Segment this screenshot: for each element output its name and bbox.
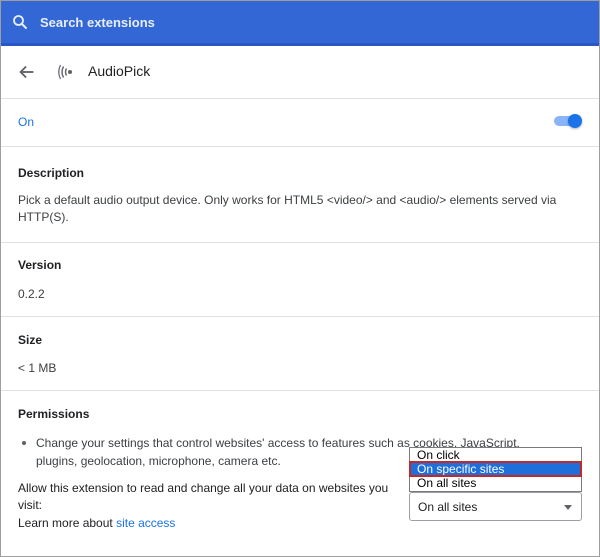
description-title: Description	[18, 166, 85, 180]
version-value: 0.2.2	[18, 287, 45, 301]
back-arrow-icon[interactable]	[16, 61, 38, 83]
description-text: Pick a default audio output device. Only…	[18, 193, 557, 224]
site-access-description: Allow this extension to read and change …	[18, 481, 389, 512]
search-icon[interactable]	[11, 13, 29, 31]
site-access-dropdown-list[interactable]: On click On specific sites On all sites	[409, 447, 582, 492]
toggle-knob	[568, 114, 582, 128]
divider	[0, 98, 600, 99]
bullet-icon	[22, 441, 26, 445]
size-value: < 1 MB	[18, 361, 57, 375]
divider	[0, 146, 600, 147]
option-on-click[interactable]: On click	[410, 448, 581, 462]
top-header-bar	[0, 0, 600, 46]
divider	[0, 316, 600, 317]
permissions-title: Permissions	[18, 407, 90, 421]
status-label: On	[18, 115, 35, 129]
audio-waves-icon	[58, 64, 72, 80]
search-input[interactable]	[40, 12, 340, 32]
option-on-all-sites[interactable]: On all sites	[410, 476, 581, 490]
chevron-down-icon	[564, 505, 572, 510]
site-access-link[interactable]: site access	[116, 516, 175, 530]
site-access-selected-value: On all sites	[418, 500, 478, 514]
enable-toggle[interactable]	[554, 114, 582, 128]
learn-more-prefix: Learn more about	[18, 516, 117, 530]
size-title: Size	[18, 333, 43, 347]
extension-name: AudioPick	[88, 63, 151, 79]
learn-more-text: Learn more about site access	[18, 516, 175, 530]
site-access-select[interactable]: On all sites	[409, 492, 582, 521]
divider	[0, 242, 600, 243]
divider	[0, 390, 600, 391]
option-on-specific-sites[interactable]: On specific sites	[409, 461, 582, 477]
version-title: Version	[18, 258, 62, 272]
